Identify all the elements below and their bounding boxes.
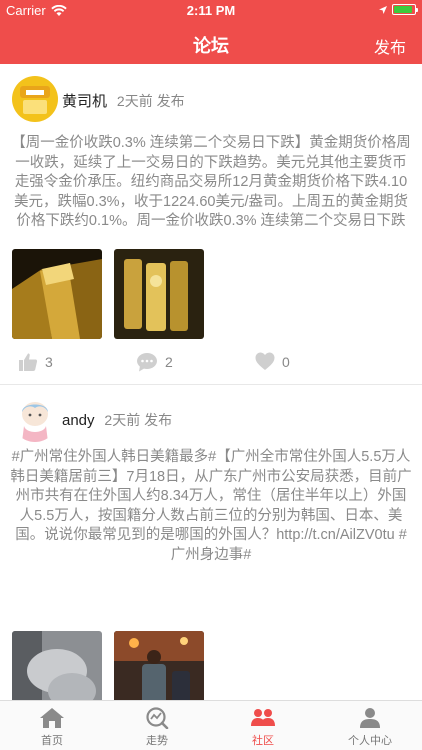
favorite-button[interactable]: 0	[255, 352, 290, 371]
comment-icon	[137, 353, 157, 372]
post-author-line: andy 2天前 发布	[62, 410, 172, 430]
post-content[interactable]: #广州常住外国人韩日美籍最多#【广州全市常住外国人5.5万人 韩日美籍居前三】7…	[10, 448, 412, 565]
community-icon	[251, 709, 275, 726]
home-icon	[40, 708, 64, 728]
tab-community[interactable]: 社区	[223, 707, 303, 748]
tab-label: 社区	[252, 735, 274, 747]
post-time: 2天前 发布	[116, 93, 185, 109]
like-count: 3	[45, 354, 53, 370]
battery-icon	[392, 4, 418, 15]
publish-button[interactable]: 发布	[374, 34, 406, 58]
tab-label: 首页	[41, 735, 63, 747]
gold-bars-image	[12, 249, 102, 339]
battery-level	[394, 6, 412, 13]
thumbs-up-icon	[19, 353, 38, 371]
post-photo[interactable]	[114, 631, 204, 700]
avatar[interactable]	[12, 76, 58, 122]
street-people-image	[114, 631, 204, 700]
status-bar: Carrier 2:11 PM	[0, 0, 422, 22]
tab-trend[interactable]: 走势	[117, 707, 197, 748]
post-photo[interactable]	[12, 631, 102, 700]
avatar-image	[12, 396, 58, 442]
profile-icon	[360, 708, 380, 728]
author-name[interactable]: andy	[62, 412, 95, 429]
status-right	[378, 4, 418, 15]
tab-profile[interactable]: 个人中心	[330, 707, 410, 748]
avatar-image	[12, 76, 58, 122]
author-name[interactable]: 黄司机	[62, 93, 107, 110]
tab-label: 走势	[146, 735, 168, 747]
street-smoke-image	[12, 631, 102, 700]
comment-button[interactable]: 2	[136, 352, 173, 372]
comment-count: 2	[165, 354, 173, 370]
post-photo[interactable]	[114, 249, 204, 339]
post-author-line: 黄司机 2天前 发布	[62, 90, 185, 111]
post-actions: 3 2 0	[0, 352, 422, 382]
avatar[interactable]	[12, 396, 58, 442]
post-photo[interactable]	[12, 249, 102, 339]
gold-bullion-image	[114, 249, 204, 339]
tab-home[interactable]: 首页	[12, 707, 92, 748]
post-card[interactable]: andy 2天前 发布 #广州常住外国人韩日美籍最多#【广州全市常住外国人5.5…	[0, 384, 422, 700]
favorite-count: 0	[282, 353, 290, 370]
post-card[interactable]: 黄司机 2天前 发布 【周一金价收跌0.3% 连续第二个交易日下跌】黄金期货价格…	[0, 64, 422, 384]
page-title: 论坛	[193, 36, 229, 56]
tab-label: 个人中心	[348, 735, 392, 747]
tab-bar: 首页 走势 社区 个人中心	[0, 700, 422, 750]
top-bar: Carrier 2:11 PM 论坛 发布	[0, 0, 422, 64]
post-time: 2天前 发布	[104, 412, 173, 428]
forum-feed[interactable]: 黄司机 2天前 发布 【周一金价收跌0.3% 连续第二个交易日下跌】黄金期货价格…	[0, 64, 422, 700]
clock: 2:11 PM	[186, 3, 236, 18]
heart-icon	[255, 352, 275, 370]
trend-icon	[146, 707, 169, 729]
location-icon	[379, 5, 387, 14]
like-button[interactable]: 3	[18, 352, 53, 372]
post-content[interactable]: 【周一金价收跌0.3% 连续第二个交易日下跌】黄金期货价格周一收跌，延续了上一交…	[10, 134, 412, 232]
